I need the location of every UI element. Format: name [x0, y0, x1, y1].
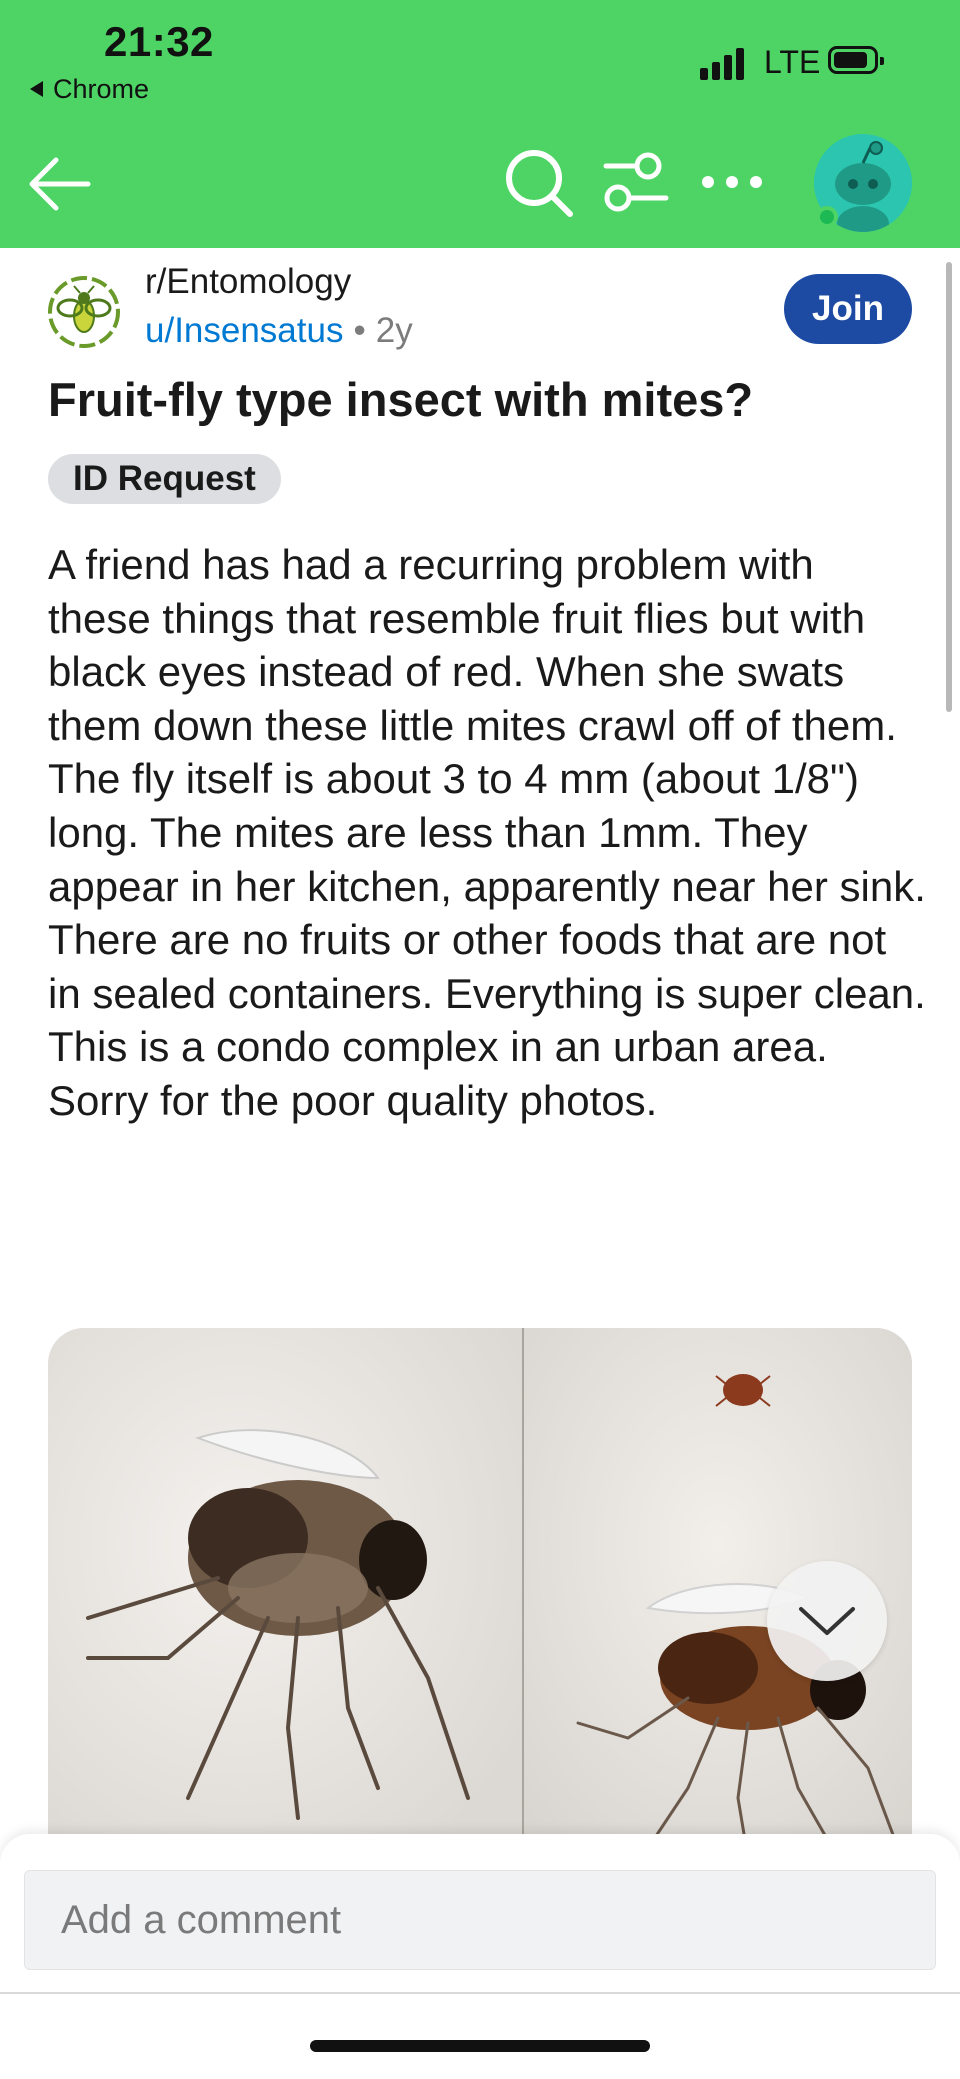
home-indicator[interactable] — [310, 2040, 650, 2052]
top-bar: 21:32 Chrome LTE — [0, 0, 960, 248]
post-body: A friend has had a recurring problem wit… — [48, 541, 926, 1124]
signal-strength-icon — [700, 46, 752, 80]
chevron-down-icon — [799, 1607, 855, 1635]
post-meta: u/Insensatus • 2y — [145, 311, 413, 351]
back-triangle-icon — [30, 80, 43, 97]
online-status-dot — [816, 206, 838, 228]
subreddit-name[interactable]: r/Entomology — [145, 262, 351, 302]
meta-separator: • — [353, 311, 366, 350]
more-horizontal-icon[interactable] — [700, 170, 764, 194]
comment-input[interactable] — [24, 1870, 936, 1970]
collapse-media-button[interactable] — [767, 1561, 887, 1681]
divider — [0, 1992, 960, 1994]
join-button[interactable]: Join — [784, 274, 912, 344]
post-flair[interactable]: ID Request — [48, 454, 281, 504]
post-title: Fruit-fly type insect with mites? — [48, 373, 754, 426]
subreddit-icon[interactable] — [46, 274, 122, 350]
battery-icon — [828, 46, 884, 74]
arrow-left-icon[interactable] — [24, 148, 96, 220]
status-bar: 21:32 Chrome LTE — [0, 0, 960, 110]
back-to-app-link[interactable]: Chrome — [30, 74, 149, 105]
search-icon[interactable] — [502, 146, 576, 220]
network-type: LTE — [764, 44, 821, 80]
status-time: 21:32 — [104, 18, 214, 65]
scrollbar[interactable] — [946, 262, 952, 712]
author-link[interactable]: u/Insensatus — [145, 311, 343, 350]
post-age: 2y — [375, 311, 413, 350]
insect-emblem-icon — [48, 276, 120, 348]
back-app-label: Chrome — [53, 74, 150, 104]
sort-filter-icon[interactable] — [600, 150, 672, 216]
